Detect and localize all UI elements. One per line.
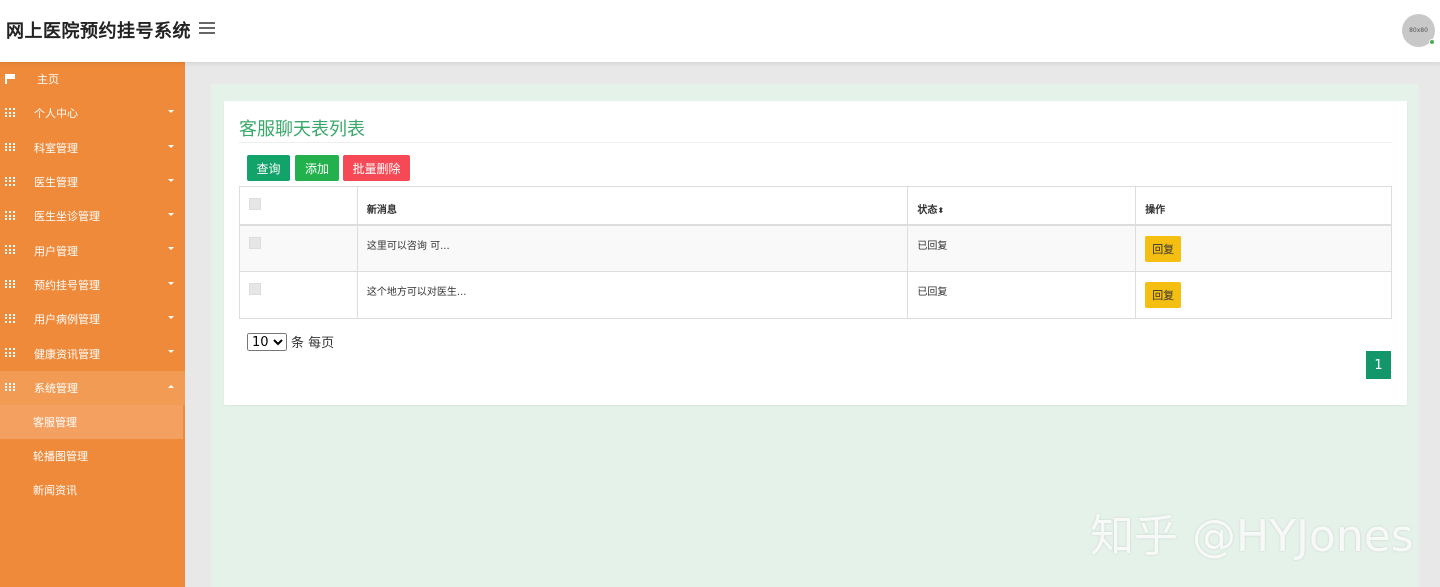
grid-icon [5, 279, 15, 289]
select-all-cell [239, 186, 358, 226]
row-checkbox[interactable] [249, 283, 261, 295]
app-title: 网上医院预约挂号系统 [6, 21, 191, 42]
sidebar-item-system[interactable]: 系统管理 [0, 370, 185, 405]
sidebar-subitem-carousel[interactable]: 轮播图管理 [0, 439, 185, 473]
column-header-action: 操作 [1135, 186, 1392, 226]
reply-button[interactable]: 回复 [1145, 282, 1182, 308]
column-header-status[interactable]: 状态⬍ [907, 186, 1137, 226]
sidebar-item-health-news[interactable]: 健康资讯管理 [0, 336, 185, 370]
sidebar-subitem-label: 新闻资讯 [33, 483, 77, 497]
row-select-cell [239, 224, 358, 272]
sidebar-item-label: 个人中心 [34, 107, 78, 121]
page-size-suffix: 条 每页 [291, 336, 335, 351]
sidebar-item-label: 主页 [37, 73, 59, 87]
avatar[interactable]: 80x80 [1402, 14, 1435, 47]
action-cell: 回复 [1135, 224, 1392, 272]
row-checkbox[interactable] [249, 236, 261, 249]
grid-icon [5, 108, 15, 117]
top-header: 网上医院预约挂号系统 80x80 [0, 0, 1440, 62]
grid-icon [5, 382, 15, 392]
grid-icon [5, 176, 15, 186]
hamburger-menu-icon[interactable] [199, 22, 215, 38]
sidebar-item-label: 用户病例管理 [34, 313, 100, 327]
sidebar-item-home[interactable]: 主页 [0, 62, 185, 96]
sidebar-item-label: 系统管理 [34, 381, 78, 395]
sidebar-item-label: 医生坐诊管理 [34, 210, 100, 224]
grid-icon [5, 348, 15, 358]
message-cell: 这个地方可以对医生... [356, 271, 909, 319]
sort-icon[interactable]: ⬍ [937, 206, 944, 215]
sidebar-item-appointments[interactable]: 预约挂号管理 [0, 268, 185, 302]
sidebar-item-label: 健康资讯管理 [34, 347, 100, 361]
sidebar-item-users[interactable]: 用户管理 [0, 233, 185, 267]
column-header-message: 新消息 [356, 186, 909, 226]
column-header-label: 状态 [917, 205, 938, 216]
chevron-down-icon [168, 350, 174, 354]
select-all-checkbox[interactable] [249, 198, 261, 210]
sidebar-subitem-news[interactable]: 新闻资讯 [0, 473, 185, 507]
grid-icon [5, 314, 15, 323]
flag-icon [5, 74, 15, 84]
sidebar-subitem-label: 轮播图管理 [33, 449, 88, 463]
batch-delete-button[interactable]: 批量删除 [343, 155, 410, 181]
chevron-up-icon [168, 384, 174, 388]
sidebar-item-doctor[interactable]: 医生管理 [0, 165, 185, 199]
online-status-dot [1429, 39, 1435, 45]
add-button[interactable]: 添加 [295, 155, 339, 181]
sidebar-item-doctor-schedule[interactable]: 医生坐诊管理 [0, 199, 185, 233]
status-cell: 已回复 [907, 224, 1137, 272]
watermark: 知乎 @HYJones [1090, 511, 1414, 562]
sidebar-item-label: 预约挂号管理 [34, 278, 100, 292]
chevron-down-icon [168, 281, 174, 285]
query-button[interactable]: 查询 [247, 155, 290, 181]
chevron-down-icon [168, 213, 174, 217]
row-select-cell [239, 271, 358, 319]
sidebar-item-label: 科室管理 [34, 141, 78, 155]
page-size-select[interactable]: 10 [247, 332, 287, 351]
sidebar-item-medical-records[interactable]: 用户病例管理 [0, 302, 185, 336]
reply-button[interactable]: 回复 [1145, 235, 1182, 262]
sidebar-subitem-customer-service[interactable]: 客服管理 [0, 404, 183, 439]
sidebar-item-label: 医生管理 [34, 176, 78, 190]
chat-table: 新消息 状态⬍ 操作 这里可以咨询 可... 已回复 回复 这个地方可以对医生.… [239, 186, 1392, 319]
avatar-placeholder-text: 80x80 [1409, 27, 1428, 34]
chevron-down-icon [168, 178, 174, 182]
pagination-page-1[interactable]: 1 [1366, 351, 1391, 379]
message-cell: 这里可以咨询 可... [356, 224, 909, 272]
table-row: 这个地方可以对医生... 已回复 回复 [239, 271, 1392, 319]
sidebar-item-label: 用户管理 [34, 244, 78, 258]
sidebar: 主页 个人中心 科室管理 医生管理 医生坐诊管理 用户管理 预约挂号管理 用户病… [0, 62, 185, 587]
chevron-down-icon [168, 247, 174, 251]
grid-icon [5, 245, 15, 255]
status-cell: 已回复 [907, 271, 1137, 319]
chevron-down-icon [168, 316, 174, 320]
table-header-row: 新消息 状态⬍ 操作 [239, 186, 1392, 226]
chevron-down-icon [168, 110, 174, 114]
grid-icon [5, 142, 15, 152]
grid-icon [5, 211, 15, 220]
list-card: 客服聊天表列表 查询 添加 批量删除 新消息 状态⬍ 操作 这里可以咨询 可..… [224, 101, 1407, 405]
action-cell: 回复 [1135, 271, 1392, 319]
sidebar-item-department[interactable]: 科室管理 [0, 131, 185, 165]
chevron-down-icon [168, 144, 174, 148]
table-row: 这里可以咨询 可... 已回复 回复 [239, 224, 1392, 272]
sidebar-subitem-label: 客服管理 [33, 415, 77, 429]
page-title: 客服聊天表列表 [239, 119, 365, 140]
page-size-control: 10 条 每页 [247, 332, 334, 351]
divider [239, 142, 1392, 143]
sidebar-item-personal-center[interactable]: 个人中心 [0, 96, 185, 130]
